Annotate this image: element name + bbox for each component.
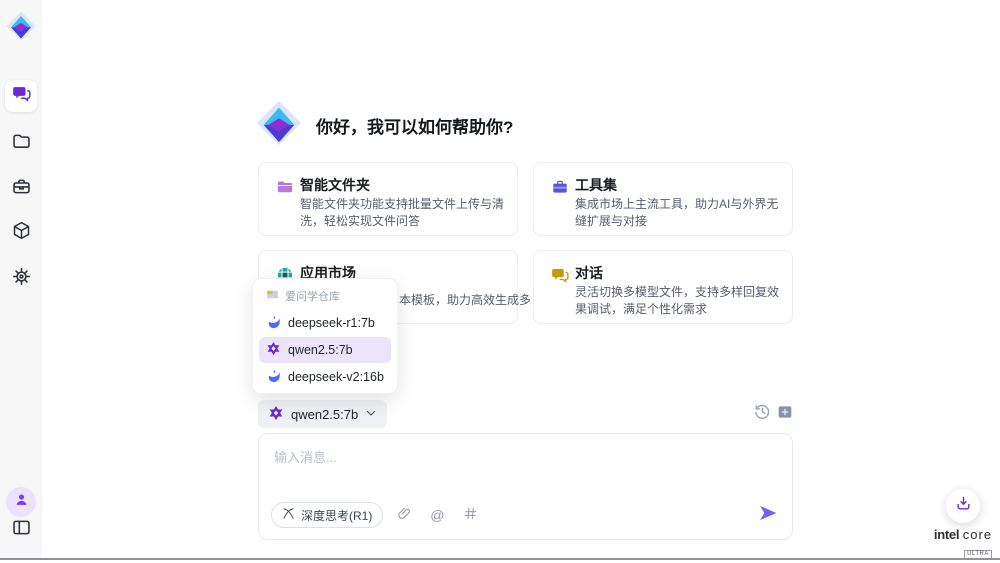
sidebar-item-folders[interactable] — [8, 131, 34, 157]
qwen-icon — [266, 341, 281, 359]
hash-grid-icon — [463, 506, 478, 524]
attach-file-button[interactable] — [392, 503, 416, 527]
message-composer: 深度思考(R1) @ — [258, 433, 793, 540]
deep-think-label: 深度思考(R1) — [301, 507, 372, 524]
card-title: 对话 — [575, 263, 603, 283]
toolbox-icon — [551, 178, 569, 196]
sidebar-item-chat[interactable] — [5, 80, 37, 112]
chevron-down-icon — [365, 407, 377, 422]
card-toolset[interactable]: 工具集 集成市场上主流工具，助力AI与外界无缝扩展与对接 — [533, 162, 793, 236]
card-title: 工具集 — [575, 175, 617, 195]
repository-icon — [266, 288, 279, 304]
model-option-label: qwen2.5:7b — [288, 343, 353, 357]
purple-folder-icon — [276, 178, 294, 196]
at-sign-icon: @ — [430, 507, 444, 523]
chat-bubbles-icon — [12, 84, 31, 108]
gold-chat-icon — [551, 266, 569, 284]
model-selector-value: qwen2.5:7b — [291, 407, 358, 422]
sidebar-item-collapse[interactable] — [8, 517, 34, 543]
folder-icon — [11, 131, 32, 157]
deepseek-icon — [266, 314, 281, 332]
intel-wordmark: intel — [934, 527, 959, 542]
message-input[interactable] — [259, 434, 792, 498]
deep-think-button[interactable]: 深度思考(R1) — [271, 502, 383, 528]
card-title: 智能文件夹 — [300, 175, 370, 195]
user-icon — [13, 491, 30, 513]
sidebar-item-account[interactable] — [6, 487, 36, 517]
deep-think-icon — [282, 507, 295, 523]
qwen-icon — [268, 405, 284, 424]
model-option-deepseek-r1[interactable]: deepseek-r1:7b — [259, 310, 391, 336]
sidebar-item-settings[interactable] — [8, 266, 34, 292]
window-bottom-border — [0, 558, 1000, 560]
model-option-deepseek-v2[interactable]: deepseek-v2:16b — [259, 364, 391, 390]
card-smart-folder[interactable]: 智能文件夹 智能文件夹功能支持批量文件上传与清洗，轻松实现文件问答 — [258, 162, 518, 236]
plus-square-icon — [777, 404, 793, 425]
app-logo[interactable] — [5, 12, 37, 44]
history-clock-icon — [754, 403, 771, 425]
sidebar — [0, 0, 42, 560]
model-group-label: 爱问学仓库 — [285, 288, 340, 304]
card-description: 智能文件夹功能支持批量文件上传与清洗，轻松实现文件问答 — [300, 196, 506, 230]
model-group-header: 爱问学仓库 — [253, 286, 397, 309]
briefcase-icon — [11, 176, 32, 202]
cube-icon — [11, 220, 32, 246]
download-tray-icon — [955, 495, 972, 517]
core-wordmark: core — [963, 527, 992, 542]
mention-button[interactable]: @ — [425, 503, 449, 527]
download-button[interactable] — [946, 489, 980, 523]
model-option-label: deepseek-r1:7b — [288, 316, 375, 330]
greeting-logo-icon — [256, 100, 302, 146]
composer-toolbar: 深度思考(R1) @ — [271, 502, 482, 528]
card-dialogue[interactable]: 对话 灵活切换多模型文件，支持多样回复效果调试，满足个性化需求 — [533, 250, 793, 324]
card-description: 集成市场上主流工具，助力AI与外界无缝扩展与对接 — [575, 196, 781, 230]
greeting-title: 你好，我可以如何帮助你? — [316, 113, 513, 138]
card-description: 灵活切换多模型文件，支持多样回复效果调试，满足个性化需求 — [575, 284, 781, 318]
model-option-label: deepseek-v2:16b — [288, 370, 384, 384]
sidebar-item-toolbox[interactable] — [8, 176, 34, 202]
gear-icon — [11, 266, 32, 292]
send-button[interactable] — [757, 504, 779, 526]
paperclip-icon — [397, 506, 412, 524]
prompt-template-button[interactable] — [458, 503, 482, 527]
diamond-logo-icon — [6, 11, 36, 46]
deepseek-icon — [266, 368, 281, 386]
panel-layout-icon — [11, 517, 32, 543]
new-chat-button[interactable] — [775, 404, 795, 424]
model-selector[interactable]: qwen2.5:7b — [258, 400, 387, 428]
model-dropdown: 爱问学仓库 deepseek-r1:7b qwen2.5:7b deepseek… — [253, 279, 397, 393]
history-button[interactable] — [752, 404, 772, 424]
intel-core-logo: intel core ultra — [930, 527, 996, 560]
card-description-partial: 本模板，助力高效生成多 — [399, 291, 531, 308]
sidebar-item-models[interactable] — [8, 220, 34, 246]
send-arrow-icon — [758, 503, 778, 528]
model-option-qwen[interactable]: qwen2.5:7b — [259, 337, 391, 363]
